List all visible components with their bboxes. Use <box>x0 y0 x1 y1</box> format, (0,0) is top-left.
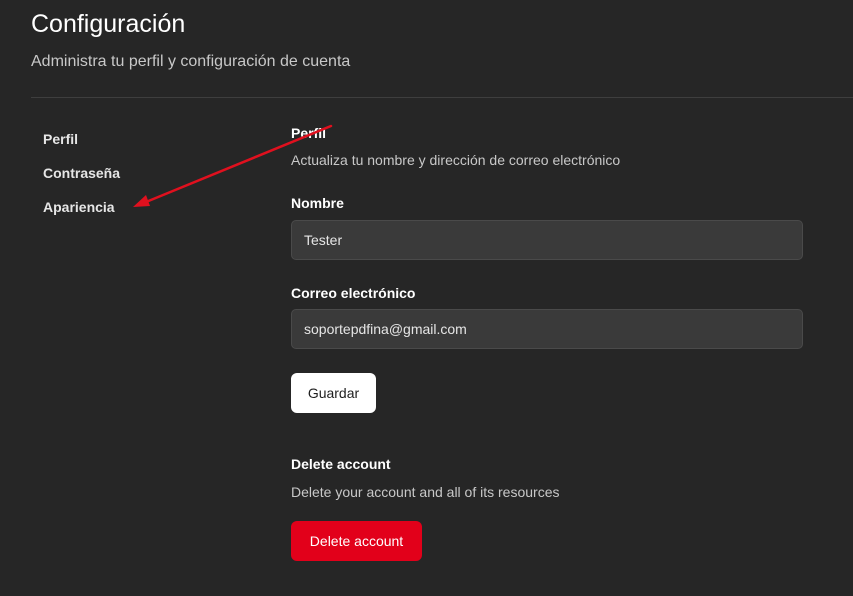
save-button[interactable]: Guardar <box>291 373 376 413</box>
email-label: Correo electrónico <box>291 285 416 301</box>
email-input[interactable] <box>291 309 803 349</box>
name-label: Nombre <box>291 195 344 211</box>
name-input[interactable] <box>291 220 803 260</box>
profile-section-title: Perfil <box>291 125 327 141</box>
header-divider <box>31 97 853 98</box>
annotation-arrow-overlay <box>133 124 333 207</box>
page-subtitle: Administra tu perfil y configuración de … <box>31 53 351 70</box>
delete-account-button[interactable]: Delete account <box>291 521 422 561</box>
sidebar-item-apariencia[interactable]: Apariencia <box>43 196 243 230</box>
sidebar-item-perfil[interactable]: Perfil <box>43 128 243 162</box>
delete-account-title: Delete account <box>291 456 391 472</box>
page-title: Configuración <box>31 10 186 38</box>
delete-account-description: Delete your account and all of its resou… <box>291 484 560 500</box>
settings-sidebar: Perfil Contraseña Apariencia <box>43 128 243 230</box>
profile-section-description: Actualiza tu nombre y dirección de corre… <box>291 152 621 168</box>
settings-page: Configuración Administra tu perfil y con… <box>0 0 853 596</box>
sidebar-item-contrasena[interactable]: Contraseña <box>43 162 243 196</box>
